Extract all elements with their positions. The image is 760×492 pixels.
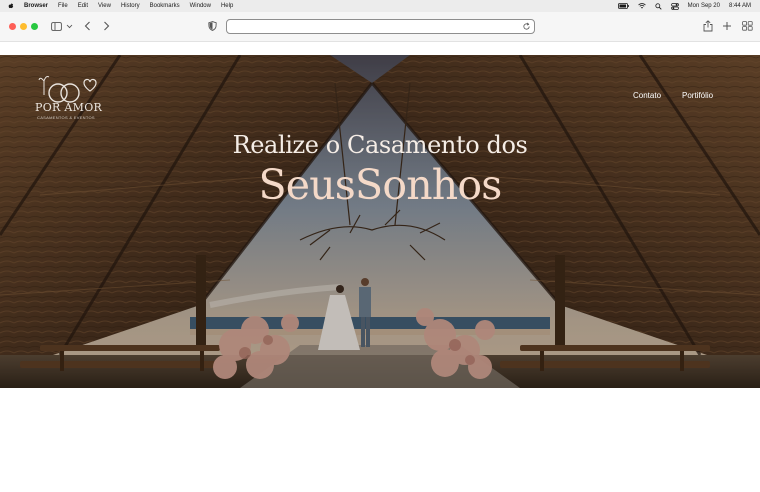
- close-window-button[interactable]: [9, 23, 16, 30]
- web-page: POR AMOR CASAMENTOS & EVENTOS Contato Po…: [0, 42, 760, 492]
- menu-time[interactable]: 8:44 AM: [729, 3, 751, 9]
- chevron-down-icon[interactable]: [63, 20, 75, 32]
- menu-file[interactable]: File: [58, 3, 68, 9]
- menu-history[interactable]: History: [121, 3, 140, 9]
- logo-text[interactable]: POR AMOR: [35, 101, 102, 114]
- share-icon[interactable]: [702, 20, 714, 32]
- logo-subtext: CASAMENTOS & EVENTOS: [37, 115, 95, 120]
- zoom-window-button[interactable]: [31, 23, 38, 30]
- control-center-icon[interactable]: [670, 2, 679, 10]
- shield-icon[interactable]: [206, 20, 218, 32]
- spotlight-search-icon[interactable]: [655, 2, 662, 10]
- battery-icon[interactable]: [617, 3, 629, 9]
- menu-app-name[interactable]: Browser: [24, 3, 48, 9]
- menu-help[interactable]: Help: [221, 3, 233, 9]
- forward-icon[interactable]: [100, 20, 112, 32]
- minimize-window-button[interactable]: [20, 23, 27, 30]
- hero-headline: Realize o Casamento dos: [232, 131, 528, 159]
- hero-banner: POR AMOR CASAMENTOS & EVENTOS Contato Po…: [0, 55, 760, 388]
- wifi-icon[interactable]: [637, 3, 646, 9]
- address-bar[interactable]: [226, 19, 535, 34]
- tab-overview-icon[interactable]: [741, 20, 753, 32]
- sidebar-icon[interactable]: [50, 20, 62, 32]
- menu-bookmarks[interactable]: Bookmarks: [150, 3, 180, 9]
- reload-icon[interactable]: [522, 22, 531, 31]
- apple-icon[interactable]: [8, 3, 14, 9]
- new-tab-icon[interactable]: [721, 20, 733, 32]
- hero-background-image: [0, 55, 760, 388]
- menu-window[interactable]: Window: [190, 3, 211, 9]
- back-icon[interactable]: [81, 20, 93, 32]
- hero-headline-emphasis: SeusSonhos: [258, 161, 502, 209]
- menu-edit[interactable]: Edit: [78, 3, 88, 9]
- menu-date[interactable]: Mon Sep 20: [688, 3, 720, 9]
- nav-link-contato[interactable]: Contato: [633, 91, 661, 100]
- menu-view[interactable]: View: [98, 3, 111, 9]
- browser-toolbar: [0, 12, 760, 42]
- menu-bar: Browser File Edit View History Bookmarks…: [0, 0, 760, 12]
- nav-link-portfolio[interactable]: Portifólio: [682, 91, 713, 100]
